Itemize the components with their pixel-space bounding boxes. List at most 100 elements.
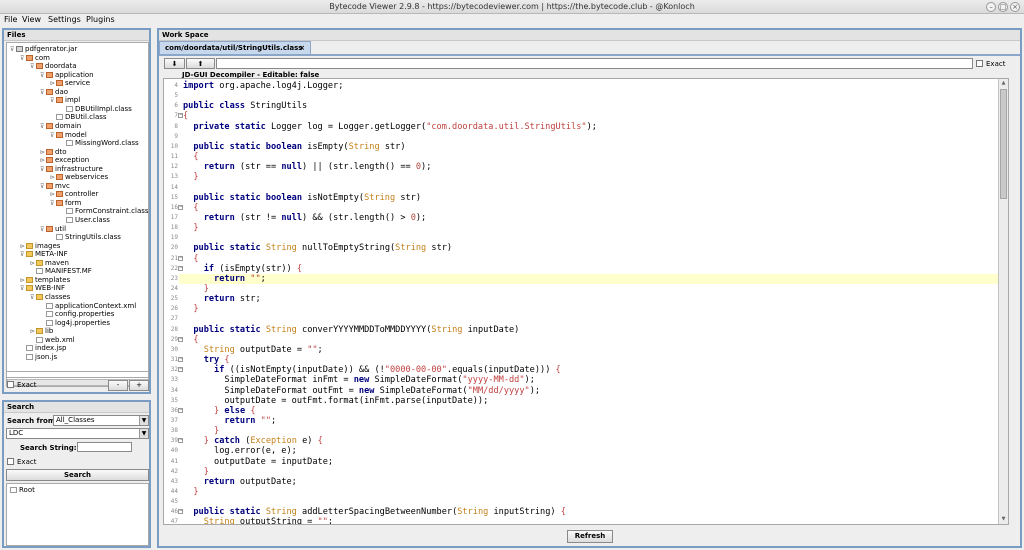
line-number: 10 bbox=[170, 142, 178, 150]
close-window-icon[interactable]: × bbox=[1010, 2, 1020, 12]
code-token: catch bbox=[214, 436, 240, 447]
code-token: public static bbox=[193, 243, 261, 254]
find-input[interactable] bbox=[216, 58, 973, 69]
menu-view[interactable]: View bbox=[22, 14, 41, 26]
code-token: org.apache.log4j.Logger; bbox=[214, 81, 344, 91]
tree-node-label: User.class bbox=[75, 216, 110, 224]
code-token: Logger log = Logger.getLogger( bbox=[265, 121, 427, 132]
tree-node[interactable]: User.class bbox=[60, 216, 110, 225]
code-token: outputString = bbox=[234, 517, 318, 525]
file-tree[interactable]: ⊽ pdfgenrator.jar ⊽ com ⊽ doordata ⊽ applicatio… bbox=[6, 42, 149, 387]
file-icon bbox=[10, 487, 17, 493]
package-icon bbox=[36, 63, 43, 70]
files-exact-checkbox[interactable]: Exact bbox=[7, 380, 36, 390]
decompiler-select[interactable]: LDC ▼ bbox=[6, 428, 149, 439]
code-line: { bbox=[183, 253, 199, 264]
code-editor[interactable]: 4 import org.apache.log4j.Logger; 5 6 public… bbox=[163, 78, 1009, 525]
code-line: } catch (Exception e) { bbox=[183, 436, 323, 446]
code-line: } bbox=[183, 467, 209, 477]
search-from-select[interactable]: All_Classes ▼ bbox=[53, 415, 149, 426]
maximize-icon[interactable]: □ bbox=[998, 2, 1008, 12]
code-line: public static String nullToEmptyString(S… bbox=[183, 243, 452, 253]
menu-file[interactable]: File bbox=[4, 14, 17, 26]
line-number: 42 bbox=[170, 467, 178, 475]
code-line: public static boolean isNotEmpty(String … bbox=[183, 193, 421, 203]
code-token: { bbox=[193, 253, 199, 264]
editor-scrollbar[interactable]: ▲ ▼ bbox=[998, 79, 1008, 524]
tab-close-icon[interactable]: × bbox=[299, 42, 305, 54]
code-token: if bbox=[203, 263, 215, 274]
code-token: } bbox=[203, 284, 209, 294]
code-token: null bbox=[281, 212, 303, 223]
search-string-input[interactable] bbox=[77, 442, 132, 452]
download-arrow-icon[interactable]: ⬇ bbox=[164, 58, 185, 69]
file-icon bbox=[36, 336, 43, 343]
code-token: new bbox=[353, 375, 370, 386]
code-token: "0000-00-00" bbox=[384, 365, 447, 376]
editor-scroll-thumb[interactable] bbox=[1000, 89, 1007, 199]
collapse-button[interactable]: - bbox=[108, 380, 128, 391]
code-line: log.error(e, e); bbox=[183, 446, 297, 456]
tree-node-label: MANIFEST.MF bbox=[45, 267, 92, 276]
tree-node-label: classes bbox=[45, 292, 71, 301]
line-number: 44 bbox=[170, 488, 178, 495]
file-icon bbox=[46, 311, 53, 318]
expand-button[interactable]: + bbox=[129, 380, 149, 391]
scroll-down-icon[interactable]: ▼ bbox=[999, 515, 1008, 524]
search-button[interactable]: Search bbox=[6, 469, 149, 481]
file-icon bbox=[46, 319, 53, 326]
search-results[interactable]: Root bbox=[6, 483, 149, 546]
menu-plugins[interactable]: Plugins bbox=[86, 14, 115, 26]
tree-node[interactable]: MissingWord.class bbox=[60, 139, 139, 148]
minimize-icon[interactable]: – bbox=[986, 2, 996, 12]
refresh-button[interactable]: Refresh bbox=[567, 530, 613, 543]
package-icon bbox=[46, 225, 53, 232]
line-number: 14 bbox=[170, 183, 178, 191]
search-panel-title: Search bbox=[4, 402, 149, 413]
workspace-exact-checkbox[interactable]: Exact bbox=[976, 59, 1005, 69]
code-token: else bbox=[224, 405, 246, 416]
file-icon bbox=[66, 208, 73, 215]
code-line: { bbox=[183, 152, 198, 162]
package-icon bbox=[46, 71, 53, 78]
tree-filter-field[interactable] bbox=[6, 371, 149, 378]
tree-node[interactable]: json.js bbox=[20, 353, 57, 362]
code-line: try { bbox=[183, 355, 230, 365]
search-exact-checkbox[interactable]: Exact bbox=[7, 457, 36, 467]
menu-settings[interactable]: Settings bbox=[48, 14, 81, 26]
scroll-up-icon[interactable]: ▲ bbox=[999, 79, 1008, 88]
code-token: String bbox=[265, 243, 297, 254]
package-icon bbox=[46, 148, 53, 155]
tree-node-label: dao bbox=[55, 87, 69, 96]
code-token: ( bbox=[239, 436, 251, 447]
code-token: { bbox=[296, 263, 303, 274]
tree-node-label: exception bbox=[55, 156, 90, 165]
tree-node-label: config.properties bbox=[55, 310, 115, 319]
tab-stringutils[interactable]: com/doordata/util/StringUtils.class × bbox=[159, 41, 311, 54]
tab-label: com/doordata/util/StringUtils.class bbox=[165, 44, 303, 52]
line-number: 35 bbox=[170, 396, 178, 404]
package-icon bbox=[46, 165, 53, 172]
code-token: { bbox=[555, 365, 561, 376]
tree-node-label: StringUtils.class bbox=[65, 233, 121, 242]
code-token: String bbox=[265, 507, 297, 518]
upload-arrow-icon[interactable]: ⬆ bbox=[186, 58, 215, 69]
search-results-root[interactable]: Root bbox=[10, 486, 35, 495]
code-token: String bbox=[457, 507, 489, 518]
workspace-exact-label: Exact bbox=[986, 60, 1006, 68]
chevron-down-icon: ▼ bbox=[139, 416, 148, 425]
tree-node-label: impl bbox=[65, 96, 81, 105]
chevron-down-icon: ▼ bbox=[139, 429, 148, 438]
line-number: 33 bbox=[170, 376, 178, 384]
tree-node[interactable]: StringUtils.class bbox=[50, 233, 121, 242]
files-exact-label: Exact bbox=[17, 381, 37, 389]
code-line: public class StringUtils bbox=[183, 101, 307, 111]
files-panel-title: Files bbox=[4, 30, 149, 41]
search-panel: Search Search from All_Classes ▼ LDC ▼ Sea… bbox=[2, 400, 151, 548]
code-token: str) bbox=[426, 243, 453, 254]
